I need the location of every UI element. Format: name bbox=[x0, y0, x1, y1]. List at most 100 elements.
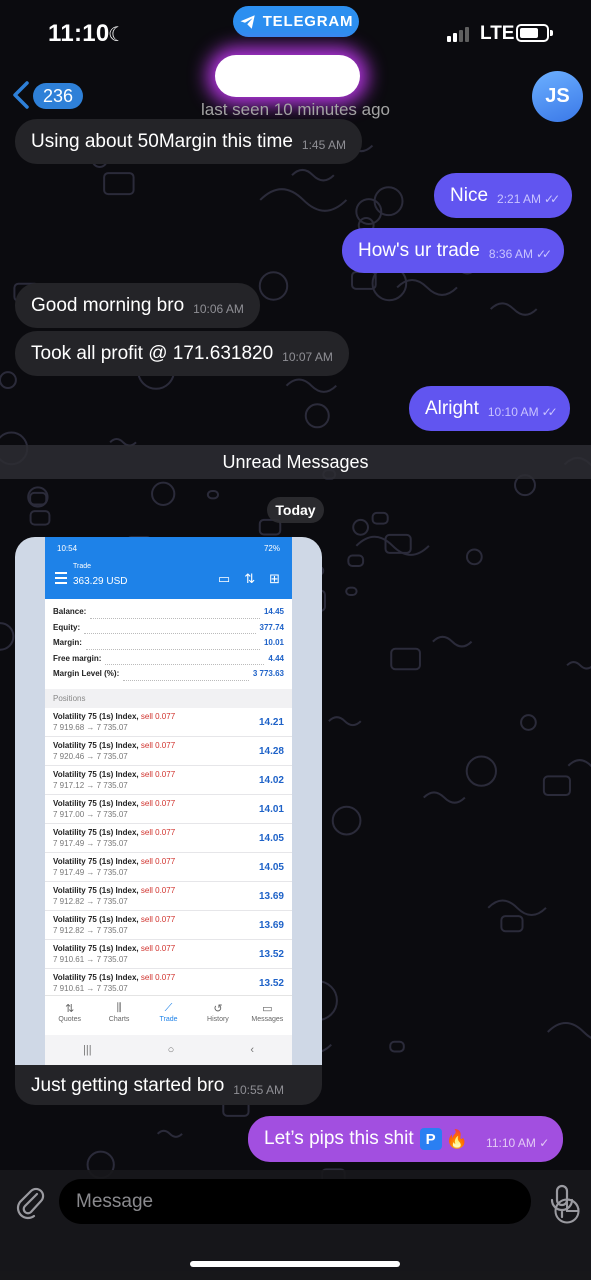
position-side: sell 0.077 bbox=[140, 943, 176, 953]
wallpaper-doodle bbox=[0, 371, 17, 390]
position-symbol: Volatility 75 (1s) Index, bbox=[53, 769, 139, 779]
message-bubble-outgoing[interactable]: How's ur trade 8:36 AM ✓✓ bbox=[342, 228, 565, 273]
wallpaper-doodle bbox=[465, 755, 497, 787]
position-row: Volatility 75 (1s) Index, sell 0.077 7 91… bbox=[45, 853, 292, 882]
position-symbol: Volatility 75 (1s) Index, bbox=[53, 827, 139, 837]
card-icon: ▭ bbox=[217, 571, 231, 586]
wallpaper-doodle bbox=[258, 271, 289, 301]
account-stat-row: Margin Level (%): 3 773.63 bbox=[53, 669, 284, 685]
message-bubble-incoming[interactable]: Good morning bro 10:06 AM bbox=[15, 283, 260, 328]
position-row: Volatility 75 (1s) Index, sell 0.077 7 91… bbox=[45, 969, 292, 998]
position-side: sell 0.077 bbox=[140, 914, 176, 924]
wallpaper-doodle bbox=[29, 491, 48, 506]
screenshot-toolbar: Trade 363.29 USD ▭ ⇅ ⊞ bbox=[45, 559, 292, 599]
wallpaper-doodle bbox=[520, 714, 537, 731]
nav-tab-trade: ⟋ Trade bbox=[144, 996, 193, 1035]
stat-value: 4.44 bbox=[268, 653, 284, 663]
wallpaper-doodle bbox=[489, 302, 538, 316]
wallpaper-doodle bbox=[156, 1129, 183, 1138]
position-symbol: Volatility 75 (1s) Index, bbox=[53, 740, 139, 750]
wallpaper-doodle bbox=[542, 775, 571, 797]
nav-tab-label: Messages bbox=[251, 1016, 284, 1023]
position-side: sell 0.077 bbox=[140, 827, 176, 837]
wallpaper-doodle bbox=[345, 586, 358, 597]
message-time: 10:06 AM bbox=[193, 302, 244, 316]
screenshot-title: Trade bbox=[73, 563, 92, 570]
position-symbol: Volatility 75 (1s) Index, bbox=[53, 711, 139, 721]
parking-emoji: P bbox=[419, 1128, 442, 1150]
message-bubble-incoming[interactable]: Using about 50Margin this time 1:45 AM bbox=[15, 119, 362, 164]
new-order-icon: ⊞ bbox=[269, 571, 280, 586]
position-row: Volatility 75 (1s) Index, sell 0.077 7 92… bbox=[45, 737, 292, 766]
wallpaper-doodle bbox=[566, 661, 591, 670]
read-checks-icon: ✓✓ bbox=[535, 247, 552, 261]
wallpaper-doodle bbox=[0, 622, 15, 651]
stat-label: Balance: bbox=[53, 607, 87, 616]
contact-name bbox=[215, 55, 360, 97]
position-prices: 7 917.00 → 7 735.07 bbox=[53, 809, 128, 819]
position-prices: 7 912.82 → 7 735.07 bbox=[53, 925, 128, 935]
message-bubble-outgoing[interactable]: Nice 2:21 AM ✓✓ bbox=[434, 173, 573, 218]
stat-value: 3 773.63 bbox=[252, 669, 284, 678]
wallpaper-doodle bbox=[567, 759, 591, 768]
message-text: Let’s pips this shit bbox=[264, 1128, 414, 1149]
trade-screenshot-image[interactable]: 10:54 72% Trade 363.29 USD ▭ ⇅ ⊞ Balance: 1… bbox=[15, 537, 322, 1065]
message-field[interactable] bbox=[59, 1179, 580, 1224]
stat-label: Free margin: bbox=[53, 653, 102, 663]
position-profit: 13.52 bbox=[258, 977, 284, 989]
position-symbol: Volatility 75 (1s) Index, bbox=[53, 972, 139, 982]
read-checks-icon: ✓✓ bbox=[541, 405, 558, 419]
microphone-icon[interactable] bbox=[549, 1184, 575, 1220]
paperclip-icon[interactable] bbox=[14, 1184, 46, 1220]
sort-icon: ⇅ bbox=[244, 571, 256, 586]
position-row: Volatility 75 (1s) Index, sell 0.077 7 91… bbox=[45, 708, 292, 737]
message-bubble-incoming[interactable]: Took all profit @ 171.631820 10:07 AM bbox=[15, 331, 349, 376]
signal-icon bbox=[447, 27, 469, 42]
message-text: Nice bbox=[450, 184, 489, 206]
photo-message-bubble[interactable]: 10:54 72% Trade 363.29 USD ▭ ⇅ ⊞ Balance: 1… bbox=[15, 537, 322, 1105]
account-stats: Balance: 14.45 Equity: 377.74 Margin: 10.01 Fr… bbox=[45, 599, 292, 687]
message-text: Using about 50Margin this time bbox=[31, 130, 293, 152]
message-text: Alright bbox=[425, 397, 479, 419]
position-profit: 13.52 bbox=[258, 948, 284, 960]
account-stat-row: Margin: 10.01 bbox=[53, 638, 284, 654]
wallpaper-doodle bbox=[500, 915, 524, 933]
home-icon: ○ bbox=[167, 1044, 175, 1056]
position-profit: 14.05 bbox=[258, 861, 284, 873]
position-prices: 7 917.49 → 7 735.07 bbox=[53, 867, 128, 877]
position-symbol: Volatility 75 (1s) Index, bbox=[53, 914, 139, 924]
wallpaper-doodle bbox=[29, 510, 51, 526]
nav-tab-label: Charts bbox=[108, 1016, 130, 1023]
wallpaper-doodle bbox=[373, 186, 404, 217]
position-symbol: Volatility 75 (1s) Index, bbox=[53, 943, 139, 953]
avatar[interactable]: JS bbox=[532, 71, 583, 122]
message-text: How's ur trade bbox=[358, 239, 480, 261]
wallpaper-doodle bbox=[389, 1040, 405, 1053]
moon-icon: ☾ bbox=[108, 24, 126, 46]
message-time: 10:55 AM bbox=[233, 1082, 284, 1097]
position-side: sell 0.077 bbox=[140, 798, 176, 808]
status-time: 11:10 bbox=[48, 20, 110, 47]
position-row: Volatility 75 (1s) Index, sell 0.077 7 91… bbox=[45, 911, 292, 940]
screenshot-balance-header: 363.29 USD bbox=[73, 576, 128, 587]
wallpaper-doodle bbox=[487, 899, 547, 916]
message-bubble-outgoing[interactable]: Alright 10:10 AM ✓✓ bbox=[409, 386, 570, 431]
message-input[interactable] bbox=[76, 1179, 476, 1224]
position-row: Volatility 75 (1s) Index, sell 0.077 7 91… bbox=[45, 795, 292, 824]
position-prices: 7 917.49 → 7 735.07 bbox=[53, 838, 128, 848]
messages-icon: ▭ bbox=[262, 1003, 273, 1015]
home-indicator[interactable] bbox=[190, 1261, 400, 1267]
nav-tab-label: Quotes bbox=[58, 1016, 81, 1023]
message-time: 11:10 AM bbox=[486, 1135, 536, 1150]
message-time: 8:36 AM bbox=[488, 247, 533, 261]
nav-tab-label: Trade bbox=[159, 1016, 178, 1023]
telegram-pill[interactable]: TELEGRAM bbox=[233, 6, 359, 37]
message-time: 10:07 AM bbox=[282, 350, 333, 364]
nav-tab-charts: ⫼ Charts bbox=[94, 996, 143, 1035]
photo-caption: Just getting started bro 10:55 AM bbox=[31, 1075, 284, 1097]
position-profit: 13.69 bbox=[258, 890, 284, 902]
message-bubble-outgoing-latest[interactable]: Let’s pips this shit P 🔥 11:10 AM ✓ bbox=[248, 1116, 564, 1162]
position-row: Volatility 75 (1s) Index, sell 0.077 7 91… bbox=[45, 940, 292, 969]
date-separator: Today bbox=[267, 497, 324, 523]
position-symbol: Volatility 75 (1s) Index, bbox=[53, 856, 139, 866]
